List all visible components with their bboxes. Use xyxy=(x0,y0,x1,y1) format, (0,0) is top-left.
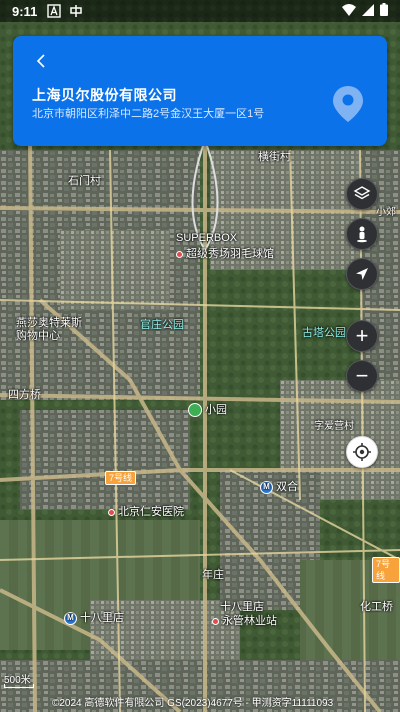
layers-button[interactable] xyxy=(346,178,378,210)
map-label: 石门村 xyxy=(68,175,101,187)
map-label: SUPERBOX xyxy=(176,232,238,244)
map-label: 小郊 xyxy=(376,207,396,218)
map-label: 小园 xyxy=(188,401,227,418)
poi-pin-icon xyxy=(212,617,219,625)
map-label: 化工桥 xyxy=(360,601,393,613)
layers-icon xyxy=(353,186,371,200)
chevron-left-icon xyxy=(36,54,45,68)
metro-station-label: M 双合 xyxy=(260,478,298,494)
crosshair-icon xyxy=(353,443,371,461)
zoom-out-button[interactable]: − xyxy=(346,360,378,392)
zoom-in-label: + xyxy=(355,323,369,348)
metro-icon: M xyxy=(64,611,77,625)
metro-line-badge: 7号线 xyxy=(105,471,137,485)
park-icon xyxy=(188,403,202,418)
location-card[interactable]: 上海贝尔股份有限公司 北京市朝阳区利泽中二路2号金汉王大厦一区1号 xyxy=(13,36,387,146)
map-label: 横街村 xyxy=(258,151,291,163)
wifi-icon xyxy=(342,3,356,19)
person-icon xyxy=(357,226,367,243)
map-label: 购物中心 xyxy=(16,330,60,342)
map-label: 北京仁安医院 xyxy=(108,503,184,519)
text-a-icon xyxy=(47,4,62,18)
scale-bar xyxy=(4,684,34,688)
zoom-in-button[interactable]: + xyxy=(346,320,378,352)
map-label: 字爱营村 xyxy=(314,421,354,432)
map-label: 四方桥 xyxy=(8,389,41,401)
navigation-arrow-icon xyxy=(356,268,368,280)
status-time: 9:11 xyxy=(12,3,38,19)
metro-icon: M xyxy=(260,480,273,494)
signal-icon xyxy=(362,3,374,19)
status-bar: 9:11 xyxy=(0,0,400,22)
app-notification-icon xyxy=(69,4,83,18)
back-button[interactable] xyxy=(31,50,53,72)
map-label: 年庄 xyxy=(202,569,224,581)
map-label: 永管林业站 xyxy=(212,612,277,628)
park-label: 官庄公园 xyxy=(140,319,184,331)
street-view-button[interactable] xyxy=(346,218,378,250)
poi-pin-icon xyxy=(108,508,115,516)
park-label: 古塔公园 xyxy=(302,327,346,339)
copyright-text: ©2024 高德软件有限公司 GS(2023)4677号 - 甲测资字11111… xyxy=(52,698,334,709)
zoom-out-label: − xyxy=(355,363,369,388)
battery-icon xyxy=(380,3,388,19)
metro-line-badge: 7号线 xyxy=(372,557,400,583)
location-title: 上海贝尔股份有限公司 xyxy=(32,87,177,103)
navigate-button[interactable] xyxy=(346,258,378,290)
location-address: 北京市朝阳区利泽中二路2号金汉王大厦一区1号 xyxy=(32,108,265,120)
my-location-button[interactable] xyxy=(346,436,378,468)
metro-station-label: M 十八里店 xyxy=(64,609,124,625)
map-label: 超级秀场羽毛球馆 xyxy=(176,245,274,261)
poi-pin-icon xyxy=(176,250,183,258)
location-pin-icon xyxy=(331,84,365,124)
